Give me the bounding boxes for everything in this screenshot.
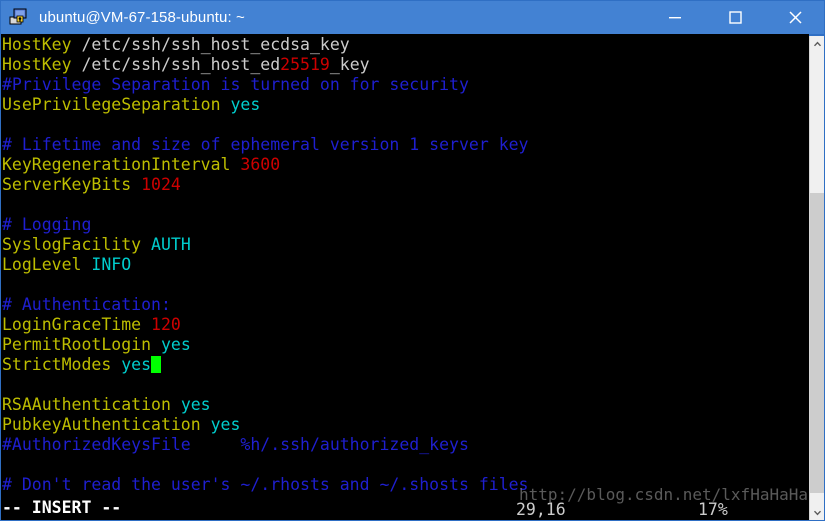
scroll-thumb[interactable] <box>810 193 825 493</box>
terminal-text-cmt: #AuthorizedKeysFile %h/.ssh/authorized_k… <box>2 435 469 454</box>
terminal-line: ServerKeyBits 1024 <box>2 175 807 195</box>
vim-ruler-position: 29,16 <box>516 500 566 519</box>
terminal-text-num: 25519 <box>280 55 330 74</box>
maximize-button[interactable] <box>705 0 765 34</box>
terminal-text-cmt: # Logging <box>2 215 92 234</box>
terminal-text-kw: RSAAuthentication <box>2 395 181 414</box>
putty-terminal-window: ubuntu@VM-67-158-ubuntu: ~ HostKey /etc/… <box>0 0 825 521</box>
terminal-text-pth: /etc/ssh/ssh_host_ed <box>81 55 281 74</box>
terminal-text-kw: HostKey <box>2 55 82 74</box>
terminal-text-val: AUTH <box>151 235 191 254</box>
terminal-line: PermitRootLogin yes <box>2 335 807 355</box>
terminal-text-val: yes <box>230 95 261 114</box>
vim-buffer[interactable]: HostKey /etc/ssh/ssh_host_ecdsa_key HostK… <box>2 35 807 495</box>
terminal-line: # Lifetime and size of ephemeral version… <box>2 135 807 155</box>
vim-ruler-percent: 17% <box>698 500 728 519</box>
terminal-text-kw: KeyRegenerationInterval <box>2 155 241 174</box>
title-bar: ubuntu@VM-67-158-ubuntu: ~ <box>0 0 825 34</box>
terminal-text-val: yes <box>160 335 191 354</box>
terminal-text-val: yes <box>210 415 241 434</box>
terminal-text-cmt: # Authentication: <box>2 295 171 314</box>
terminal-text-kw: PermitRootLogin <box>2 335 161 354</box>
terminal-text-kw: HostKey <box>2 35 82 54</box>
terminal-text-kw: UsePrivilegeSeparation <box>2 95 231 114</box>
terminal-line: # Authentication: <box>2 295 807 315</box>
window-title: ubuntu@VM-67-158-ubuntu: ~ <box>39 8 245 26</box>
terminal-line: SyslogFacility AUTH <box>2 235 807 255</box>
scroll-up-arrow-icon[interactable] <box>810 36 825 53</box>
terminal-line: LoginGraceTime 120 <box>2 315 807 335</box>
terminal-text-cmt: # Lifetime and size of ephemeral version… <box>2 135 529 154</box>
text-cursor <box>151 356 162 373</box>
putty-icon <box>9 7 29 27</box>
terminal-text-kw: LogLevel <box>2 255 92 274</box>
terminal-text-val: INFO <box>91 255 132 274</box>
minimize-button[interactable] <box>645 0 705 34</box>
terminal-text-num: 1024 <box>141 175 181 194</box>
terminal-text-kw: SyslogFacility <box>2 235 152 254</box>
close-button[interactable] <box>765 0 825 34</box>
terminal-text-num: 3600 <box>240 155 281 174</box>
terminal-line: PubkeyAuthentication yes <box>2 415 807 435</box>
terminal-line: HostKey /etc/ssh/ssh_host_ed25519_key <box>2 55 807 75</box>
vim-status-line: -- INSERT -- <box>2 498 122 517</box>
terminal-text-val: yes <box>121 355 152 374</box>
terminal-line: RSAAuthentication yes <box>2 395 807 415</box>
terminal-line: StrictModes yes <box>2 355 807 375</box>
terminal-line: LogLevel INFO <box>2 255 807 275</box>
terminal-text-kw: ServerKeyBits <box>2 175 142 194</box>
terminal-line: # Logging <box>2 215 807 235</box>
title-bar-left: ubuntu@VM-67-158-ubuntu: ~ <box>0 7 645 27</box>
terminal-text-val: yes <box>180 395 211 414</box>
terminal-line: #Privilege Separation is turned on for s… <box>2 75 807 95</box>
terminal-text-pth: /etc/ssh/ssh_host_ecdsa_key <box>81 35 350 54</box>
terminal-line: KeyRegenerationInterval 3600 <box>2 155 807 175</box>
terminal-text-kw: PubkeyAuthentication <box>2 415 211 434</box>
vertical-scrollbar[interactable] <box>809 36 825 521</box>
terminal-line: UsePrivilegeSeparation yes <box>2 95 807 115</box>
terminal-text-cmt: #Privilege Separation is turned on for s… <box>2 75 469 94</box>
terminal-text-pth: _key <box>329 55 370 74</box>
terminal-text-num: 120 <box>151 315 181 334</box>
terminal-line: #AuthorizedKeysFile %h/.ssh/authorized_k… <box>2 435 807 455</box>
terminal-line: HostKey /etc/ssh/ssh_host_ecdsa_key <box>2 35 807 55</box>
terminal-line: # Don't read the user's ~/.rhosts and ~/… <box>2 475 807 495</box>
terminal-screen[interactable]: HostKey /etc/ssh/ssh_host_ecdsa_key HostK… <box>0 34 809 521</box>
terminal-text-kw: StrictModes <box>2 355 122 374</box>
terminal-text-kw: LoginGraceTime <box>2 315 152 334</box>
terminal-text-cmt: # Don't read the user's ~/.rhosts and ~/… <box>2 475 529 494</box>
scroll-down-arrow-icon[interactable] <box>810 504 825 521</box>
